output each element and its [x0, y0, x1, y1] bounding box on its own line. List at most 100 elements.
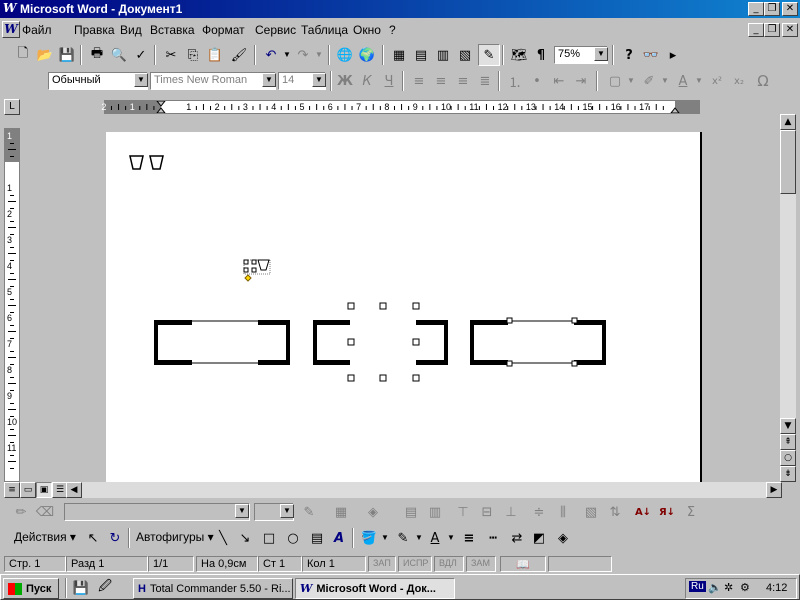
shadow-icon[interactable]: ◩	[528, 527, 550, 549]
document-icon[interactable]: W	[2, 21, 20, 38]
top-left-trapezoid-shapes[interactable]	[129, 155, 164, 170]
distribute-columns-icon[interactable]: ⫼	[552, 501, 574, 523]
underline-button[interactable]: Ч	[378, 70, 400, 92]
print-preview-icon[interactable]: 🔍	[108, 44, 130, 66]
insert-symbol-button[interactable]: Ω	[752, 70, 774, 92]
sort-descending-icon[interactable]: Я↓	[656, 501, 678, 523]
menu-help[interactable]: ?	[389, 23, 396, 37]
paste-icon[interactable]: 📋	[204, 44, 226, 66]
previous-page-icon[interactable]: ⇞	[780, 434, 796, 450]
table-autoformat-icon[interactable]: ▧	[580, 501, 602, 523]
start-button[interactable]: Пуск	[3, 578, 59, 599]
vertical-scroll-thumb[interactable]	[780, 130, 796, 194]
small-selected-shapes[interactable]	[243, 259, 271, 282]
style-dropdown-icon[interactable]: ▼	[134, 73, 148, 87]
font-color-drawing-icon[interactable]: A	[424, 527, 446, 549]
quick-launch-save-icon[interactable]: 💾	[71, 578, 91, 598]
arrow-style-icon[interactable]: ⇄	[506, 527, 528, 549]
scroll-left-icon[interactable]: ◀	[66, 482, 82, 498]
borders-icon[interactable]: ▢	[604, 70, 626, 92]
line-style-dropdown-icon[interactable]: ▼	[235, 504, 249, 518]
shading-color-icon[interactable]: ◈	[362, 501, 384, 523]
align-left-icon[interactable]: ≡	[408, 70, 430, 92]
align-top-icon[interactable]: ⊤	[452, 501, 474, 523]
new-document-icon[interactable]: 🗋	[12, 44, 34, 66]
line-weight-dropdown-icon[interactable]: ▼	[280, 504, 294, 518]
draw-table-icon[interactable]: ✏	[10, 501, 32, 523]
increase-indent-icon[interactable]: ⇥	[570, 70, 592, 92]
minimize-button[interactable]: _	[748, 2, 764, 16]
vertical-scrollbar[interactable]: ▲ ▼ ⇞ ○ ⇟	[780, 114, 796, 482]
maximize-button[interactable]: ❐	[764, 2, 780, 16]
3d-icon[interactable]: ◈	[552, 527, 574, 549]
split-cells-icon[interactable]: ▥	[424, 501, 446, 523]
taskbar-word[interactable]: W Microsoft Word - Док...	[295, 578, 455, 599]
status-rec[interactable]: ЗАП	[368, 556, 396, 572]
scroll-right-icon[interactable]: ▶	[766, 482, 782, 498]
line-icon[interactable]: ╲	[212, 527, 234, 549]
vertical-ruler[interactable]: 1 1 2 3 4 5 6 7 8 9 10 11	[4, 128, 20, 482]
volume-icon[interactable]: 🔈	[708, 581, 722, 594]
menu-view[interactable]: Вид	[120, 23, 142, 37]
print-layout-icon[interactable]: ▣	[36, 482, 52, 498]
font-color-icon[interactable]: A	[672, 70, 694, 92]
quick-launch-tool-icon[interactable]: 🖉	[95, 578, 115, 598]
center-vertically-icon[interactable]: ⊟	[476, 501, 498, 523]
scroll-down-icon[interactable]: ▼	[780, 418, 796, 434]
bracket-shape-2-handles[interactable]	[347, 302, 420, 382]
menu-format[interactable]: Формат	[202, 23, 245, 37]
hyperlink-icon[interactable]: 🌐	[334, 44, 356, 66]
select-objects-icon[interactable]: ↖	[82, 527, 104, 549]
document-map-icon[interactable]: 🗺	[508, 44, 530, 66]
font-color-dropdown-icon[interactable]: ▼	[695, 76, 703, 85]
word-app-icon[interactable]: W	[3, 1, 16, 15]
autosum-icon[interactable]: Σ	[680, 501, 702, 523]
doc-minimize-button[interactable]: _	[748, 23, 764, 37]
align-right-icon[interactable]: ≡	[452, 70, 474, 92]
spelling-status-icon[interactable]: 📖	[500, 556, 546, 572]
line-color-icon[interactable]: ✎	[392, 527, 414, 549]
tray-network-icon[interactable]: ⚙	[740, 581, 750, 594]
redo-dropdown-icon[interactable]: ▼	[315, 50, 323, 59]
web-toolbar-icon[interactable]: 🌍	[356, 44, 378, 66]
superscript-icon[interactable]: x²	[706, 70, 728, 92]
bold-button[interactable]: Ж	[334, 70, 356, 92]
text-direction-icon[interactable]: ⇅	[604, 501, 626, 523]
language-indicator[interactable]: Ru	[689, 581, 706, 592]
text-box-icon[interactable]: ▤	[306, 527, 328, 549]
line-style-icon[interactable]: ≡	[458, 527, 480, 549]
distribute-rows-icon[interactable]: ≑	[528, 501, 550, 523]
actions-menu[interactable]: Действия ▾	[14, 530, 76, 544]
redo-icon[interactable]: ↷	[292, 44, 314, 66]
columns-icon[interactable]: ▧	[454, 44, 476, 66]
tray-app-icon[interactable]: ✲	[724, 581, 733, 594]
outside-border-icon[interactable]: ▦	[330, 501, 352, 523]
menu-insert[interactable]: Вставка	[150, 23, 195, 37]
show-hide-icon[interactable]: ¶	[530, 44, 552, 66]
toolbar-options-icon[interactable]: ▸	[662, 44, 684, 66]
bracket-shape-1[interactable]	[154, 320, 290, 365]
insert-excel-icon[interactable]: ▥	[432, 44, 454, 66]
numbering-icon[interactable]: ⒈	[504, 70, 526, 92]
doc-restore-button[interactable]: ❐	[764, 23, 780, 37]
font-combo[interactable]: Times New Roman	[150, 72, 276, 90]
undo-dropdown-icon[interactable]: ▼	[283, 50, 291, 59]
line-style-combo[interactable]	[64, 503, 250, 521]
bullets-icon[interactable]: •	[526, 70, 548, 92]
highlight-dropdown-icon[interactable]: ▼	[661, 76, 669, 85]
style-combo[interactable]: Обычный	[48, 72, 148, 90]
subscript-icon[interactable]: x₂	[728, 70, 750, 92]
drawing-icon[interactable]: ✎	[478, 44, 500, 66]
fill-color-icon[interactable]: 🪣	[358, 527, 380, 549]
dash-style-icon[interactable]: ┅	[482, 527, 504, 549]
font-dropdown-icon[interactable]: ▼	[262, 73, 276, 87]
status-ext[interactable]: ВДЛ	[434, 556, 464, 572]
free-rotate-icon[interactable]: ↻	[104, 527, 126, 549]
font-size-dropdown-icon[interactable]: ▼	[312, 73, 326, 87]
print-icon[interactable]: 🖶	[86, 44, 108, 66]
find-icon[interactable]: 👓	[640, 44, 662, 66]
sort-ascending-icon[interactable]: A↓	[632, 501, 654, 523]
select-browse-object-icon[interactable]: ○	[780, 450, 796, 466]
status-trk[interactable]: ИСПР	[398, 556, 432, 572]
normal-view-icon[interactable]: ≡	[4, 482, 20, 498]
